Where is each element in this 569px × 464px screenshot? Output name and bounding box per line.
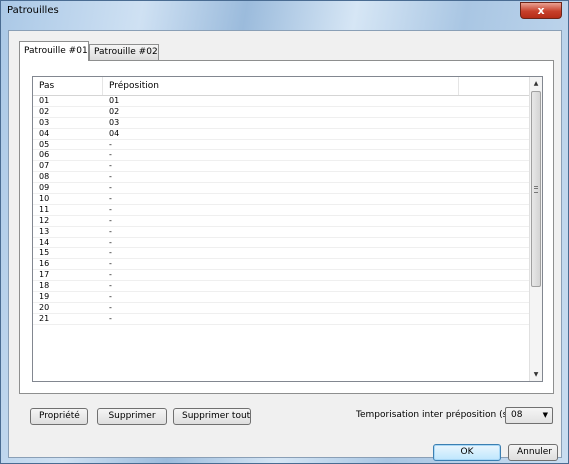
list-item[interactable]: 15 - [33,248,530,260]
list-item[interactable]: 01 01 [33,96,530,107]
cell-preposition: - [109,204,112,214]
cell-pas: 12 [39,215,50,225]
cell-preposition: - [109,248,112,258]
close-button[interactable]: x [520,2,562,19]
cell-pas: 01 [39,96,50,105]
cell-pas: 10 [39,194,50,204]
cell-preposition: - [109,161,112,171]
cell-preposition: 03 [109,117,120,127]
cell-preposition: 02 [109,106,120,116]
patrouilles-dialog: Patrouilles x Patrouille #01 Patrouille … [0,0,569,464]
list-item[interactable]: 02 02 [33,107,530,118]
cell-preposition: - [109,194,112,204]
cell-pas: 07 [39,161,50,171]
list-item[interactable]: 18 - [33,281,530,293]
cell-preposition: - [109,281,112,291]
list-item[interactable]: 19 - [33,292,530,303]
cell-pas: 18 [39,281,50,291]
cell-pas: 03 [39,117,50,127]
cell-pas: 04 [39,128,50,138]
tab-label: Patrouille #01 [24,46,88,56]
supprimer-button[interactable]: Supprimer [97,408,167,425]
cell-pas: 20 [39,302,50,312]
cell-preposition: 04 [109,128,120,138]
list-item[interactable]: 16 - [33,259,530,271]
list-item[interactable]: 06 - [33,150,530,162]
tab-label: Patrouille #02 [94,47,158,57]
cell-preposition: - [109,270,112,280]
cell-pas: 15 [39,248,50,258]
list-item[interactable]: 20 - [33,303,530,314]
cell-pas: 11 [39,204,50,214]
cell-pas: 08 [39,172,50,182]
cell-preposition: - [109,237,112,247]
window-title: Patrouilles [7,5,59,16]
cell-pas: 16 [39,259,50,269]
propriete-button[interactable]: Propriété [30,408,88,425]
patrol-steps-list[interactable]: Pas Préposition 01 01 02 02 03 03 04 04 05-06-07… [32,76,543,382]
cell-preposition: - [109,313,112,323]
scroll-down-icon[interactable]: ▼ [530,368,542,381]
cell-preposition: 01 [109,96,120,105]
tab-panel: Pas Préposition 01 01 02 02 03 03 04 04 05-06-07… [19,60,554,394]
list-item[interactable]: 07 - [33,161,530,173]
cell-preposition: - [109,302,112,312]
list-item[interactable]: 21 - [33,314,530,325]
list-item[interactable]: 11 - [33,205,530,216]
cell-pas: 05 [39,139,50,149]
cell-pas: 13 [39,226,50,236]
title-bar[interactable]: Patrouilles x [1,1,568,23]
list-header: Pas Préposition [33,77,530,96]
cell-pas: 14 [39,237,50,247]
cell-preposition: - [109,292,112,302]
tab-patrouille-01[interactable]: Patrouille #01 [19,41,89,61]
cell-pas: 09 [39,183,50,193]
cell-pas: 21 [39,313,50,323]
list-item[interactable]: 05 - [33,140,530,151]
cell-preposition: - [109,172,112,182]
list-item[interactable]: 12 - [33,216,530,227]
column-header-pas[interactable]: Pas [33,77,103,95]
vertical-scrollbar[interactable]: ▲ ▼ [529,77,542,381]
close-icon: x [537,4,545,17]
dialog-client-area: Patrouille #01 Patrouille #02 Pas Prépos… [8,30,562,461]
list-item[interactable]: 04 04 [33,129,530,140]
cell-preposition: - [109,215,112,225]
annuler-button[interactable]: Annuler [508,444,558,461]
ok-button[interactable]: OK [433,444,501,461]
list-item[interactable]: 10 - [33,194,530,205]
cell-preposition: - [109,139,112,149]
scroll-thumb[interactable] [531,91,541,287]
list-item[interactable]: 17 - [33,270,530,282]
cell-preposition: - [109,150,112,160]
cell-pas: 17 [39,270,50,280]
list-item[interactable]: 14 - [33,238,530,249]
cell-pas: 02 [39,106,50,116]
list-item[interactable]: 13 - [33,227,530,238]
tab-patrouille-02[interactable]: Patrouille #02 [89,44,159,60]
supprimer-tout-button[interactable]: Supprimer tout [173,408,251,425]
cell-preposition: - [109,226,112,236]
list-item[interactable]: 09 - [33,183,530,195]
column-header-preposition[interactable]: Préposition [103,77,459,95]
cell-pas: 06 [39,150,50,160]
temporisation-select[interactable]: 08 ▼ [505,407,553,424]
chevron-down-icon: ▼ [542,411,548,419]
list-item[interactable]: 08 - [33,172,530,184]
temporisation-value: 08 [511,410,523,420]
temporisation-label: Temporisation inter préposition (s) : [356,410,517,420]
list-rows: 01 01 02 02 03 03 04 04 05-06-07-08-09-10-11-12-… [33,96,530,325]
cell-preposition: - [109,259,112,269]
scroll-up-icon[interactable]: ▲ [530,77,542,90]
cell-preposition: - [109,183,112,193]
grip-icon [534,186,538,193]
cell-pas: 19 [39,292,50,302]
list-item[interactable]: 03 03 [33,118,530,129]
